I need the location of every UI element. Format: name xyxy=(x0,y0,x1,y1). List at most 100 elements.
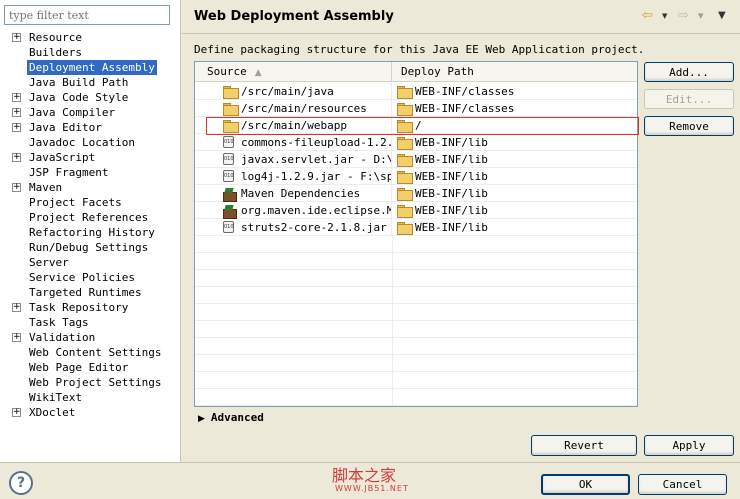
tree-item[interactable]: Javadoc Location xyxy=(0,135,181,150)
tree-item[interactable]: Web Content Settings xyxy=(0,345,181,360)
empty-row xyxy=(195,236,637,253)
jar-file-icon: 010 xyxy=(223,136,234,148)
source-cell: Maven Dependencies xyxy=(195,185,392,202)
folder-icon xyxy=(397,171,413,184)
tree-item[interactable]: Project Facets xyxy=(0,195,181,210)
table-row[interactable]: org.maven.ide.eclipse.MAV WEB-INF/lib xyxy=(195,202,637,219)
source-cell: 010 struts2-core-2.1.8.jar - xyxy=(195,219,392,236)
chevron-down-icon[interactable]: ▼ xyxy=(662,8,667,24)
tree-item[interactable]: + Java Code Style xyxy=(0,90,181,105)
tree-item[interactable]: Targeted Runtimes xyxy=(0,285,181,300)
column-header-source[interactable]: Source ▲ xyxy=(195,62,392,82)
view-menu-icon[interactable]: ▼ xyxy=(718,8,726,24)
table-row[interactable]: 010 struts2-core-2.1.8.jar - WEB-INF/lib xyxy=(195,219,637,236)
tree-item[interactable]: Deployment Assembly xyxy=(0,60,181,75)
tree-item[interactable]: Run/Debug Settings xyxy=(0,240,181,255)
deploy-path-text: WEB-INF/lib xyxy=(415,204,488,217)
tree-item[interactable]: Refactoring History xyxy=(0,225,181,240)
deploy-path-text: WEB-INF/lib xyxy=(415,153,488,166)
deploy-path-cell: WEB-INF/classes xyxy=(393,100,637,117)
tree-item[interactable]: + XDoclet xyxy=(0,405,181,420)
expand-icon[interactable]: + xyxy=(12,303,21,312)
empty-row xyxy=(195,389,637,406)
arrow-left-icon[interactable]: ⇦ xyxy=(642,8,653,24)
table-row[interactable]: 010 log4j-1.2.9.jar - F:\spri WEB-INF/lib xyxy=(195,168,637,185)
tree-item-label: Web Page Editor xyxy=(29,361,129,374)
watermark-url: WWW.JB51.NET xyxy=(335,484,409,493)
expand-icon[interactable]: + xyxy=(12,333,21,342)
table-row[interactable]: 010 commons-fileupload-1.2.jar WEB-INF/lib xyxy=(195,134,637,151)
empty-row xyxy=(195,321,637,338)
source-text: org.maven.ide.eclipse.MAV xyxy=(241,204,392,217)
revert-button[interactable]: Revert xyxy=(531,435,637,456)
table-row[interactable]: 010 javax.servlet.jar - D:\ja WEB-INF/lib xyxy=(195,151,637,168)
tree-item-label: Java Compiler xyxy=(29,106,116,119)
tree-item-label: Project Facets xyxy=(29,196,122,209)
source-text: log4j-1.2.9.jar - F:\spri xyxy=(241,170,392,183)
tree-item-label: Validation xyxy=(29,331,96,344)
tree-item[interactable]: + Resource xyxy=(0,30,181,45)
expand-icon[interactable]: + xyxy=(12,93,21,102)
tree-item[interactable]: + Maven xyxy=(0,180,181,195)
tree-item[interactable]: + Validation xyxy=(0,330,181,345)
tree-item-label: Deployment Assembly xyxy=(27,60,157,75)
filter-input[interactable] xyxy=(4,5,170,25)
tree-item[interactable]: + Java Compiler xyxy=(0,105,181,120)
tree-item[interactable]: Builders xyxy=(0,45,181,60)
help-icon[interactable]: ? xyxy=(9,471,33,495)
folder-icon xyxy=(397,154,413,167)
expand-icon[interactable]: + xyxy=(12,183,21,192)
expand-icon[interactable]: + xyxy=(12,408,21,417)
expand-icon[interactable]: + xyxy=(12,153,21,162)
tree-item-label: Targeted Runtimes xyxy=(29,286,142,299)
table-row[interactable]: Maven Dependencies WEB-INF/lib xyxy=(195,185,637,202)
deploy-path-text: WEB-INF/lib xyxy=(415,136,488,149)
empty-row xyxy=(195,355,637,372)
tree-item[interactable]: Task Tags xyxy=(0,315,181,330)
folder-icon xyxy=(223,86,239,99)
tree-item-label: Service Policies xyxy=(29,271,135,284)
tree-item[interactable]: Service Policies xyxy=(0,270,181,285)
advanced-section-toggle[interactable]: ▶ Advanced xyxy=(198,411,264,424)
tree-item[interactable]: + Task Repository xyxy=(0,300,181,315)
add-button[interactable]: Add... xyxy=(644,62,734,82)
library-icon xyxy=(223,188,237,202)
source-cell: 010 commons-fileupload-1.2.jar xyxy=(195,134,392,151)
deploy-path-cell: WEB-INF/lib xyxy=(393,168,637,185)
source-text: commons-fileupload-1.2.jar xyxy=(241,136,391,149)
tree-item[interactable]: + JavaScript xyxy=(0,150,181,165)
table-row[interactable]: /src/main/java WEB-INF/classes xyxy=(195,83,637,100)
tree-item[interactable]: Web Project Settings xyxy=(0,375,181,390)
apply-button[interactable]: Apply xyxy=(644,435,734,456)
source-cell: /src/main/resources xyxy=(195,100,392,117)
table-row[interactable]: /src/main/resources WEB-INF/classes xyxy=(195,100,637,117)
folder-icon xyxy=(397,137,413,150)
tree-item-label: Run/Debug Settings xyxy=(29,241,149,254)
tree-item[interactable]: WikiText xyxy=(0,390,181,405)
deployment-table[interactable]: Source ▲ Deploy Path /src/main/java WEB-IN… xyxy=(194,61,638,407)
expand-icon[interactable]: + xyxy=(12,33,21,42)
arrow-right-icon[interactable]: ⇨ xyxy=(678,8,689,24)
column-header-deploy-path[interactable]: Deploy Path xyxy=(392,62,637,82)
expand-icon[interactable]: + xyxy=(12,123,21,132)
source-text: /src/main/java xyxy=(241,85,334,98)
chevron-down-icon[interactable]: ▼ xyxy=(698,8,703,24)
tree-item[interactable]: Java Build Path xyxy=(0,75,181,90)
tree-item[interactable]: Web Page Editor xyxy=(0,360,181,375)
source-cell: 010 javax.servlet.jar - D:\ja xyxy=(195,151,392,168)
tree-item[interactable]: + Java Editor xyxy=(0,120,181,135)
cancel-button[interactable]: Cancel xyxy=(638,474,727,495)
preferences-sidebar: +ResourceBuildersDeployment AssemblyJava… xyxy=(0,0,181,462)
tree-item[interactable]: JSP Fragment xyxy=(0,165,181,180)
folder-icon xyxy=(397,222,413,235)
tree-item[interactable]: Project References xyxy=(0,210,181,225)
tree-item-label: Task Tags xyxy=(29,316,89,329)
remove-button[interactable]: Remove xyxy=(644,116,734,136)
tree-item-label: WikiText xyxy=(29,391,82,404)
tree-item[interactable]: Server xyxy=(0,255,181,270)
expand-icon[interactable]: + xyxy=(12,108,21,117)
folder-icon xyxy=(397,103,413,116)
edit-button[interactable]: Edit... xyxy=(644,89,734,109)
ok-button[interactable]: OK xyxy=(541,474,630,495)
empty-row xyxy=(195,253,637,270)
